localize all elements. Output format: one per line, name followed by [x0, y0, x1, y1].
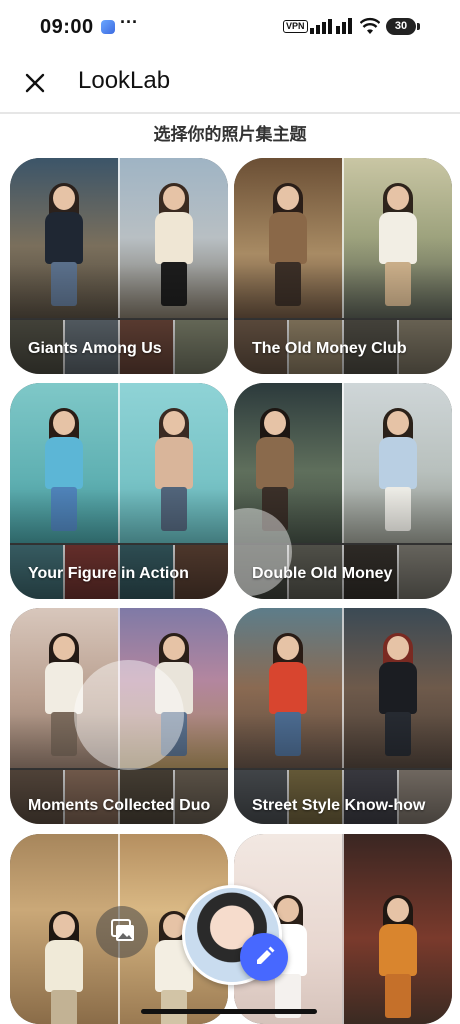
status-more: ···	[120, 12, 138, 32]
close-icon[interactable]	[20, 68, 50, 98]
theme-card-giants-among-us[interactable]: Giants Among Us	[10, 158, 228, 374]
theme-card-figure-in-action[interactable]: Your Figure in Action	[10, 383, 228, 599]
home-indicator[interactable]	[141, 1009, 317, 1014]
app-notification-icon	[101, 20, 115, 34]
theme-card-label: Your Figure in Action	[28, 565, 189, 582]
status-bar: 09:00 ··· VPN 30	[0, 0, 460, 56]
touch-ripple	[74, 660, 184, 770]
edit-button[interactable]	[240, 933, 288, 981]
app-bar: LookLab	[0, 56, 460, 114]
wifi-icon	[360, 17, 380, 34]
battery-icon: 30	[386, 18, 416, 35]
section-title: 选择你的照片集主题	[153, 125, 307, 144]
theme-card-street-style[interactable]: Street Style Know-how	[234, 608, 452, 824]
theme-card-label: The Old Money Club	[252, 340, 407, 357]
status-time: 09:00	[40, 16, 94, 38]
theme-card-old-money-club[interactable]: The Old Money Club	[234, 158, 452, 374]
pencil-icon	[257, 946, 275, 964]
theme-card-label: Street Style Know-how	[252, 797, 426, 814]
battery-nub	[417, 23, 420, 30]
signal-icon	[310, 18, 352, 34]
theme-card-double-old-money[interactable]: Double Old Money	[234, 383, 452, 599]
gallery-button[interactable]	[96, 906, 148, 958]
theme-card-moments-collected-duo[interactable]: Moments Collected Duo	[10, 608, 228, 824]
theme-card-label: Double Old Money	[252, 565, 393, 582]
theme-card-label: Moments Collected Duo	[28, 797, 211, 814]
app-title: LookLab	[78, 67, 171, 94]
theme-card-label: Giants Among Us	[28, 340, 162, 357]
gallery-icon	[111, 919, 134, 941]
vpn-badge: VPN	[283, 20, 308, 33]
